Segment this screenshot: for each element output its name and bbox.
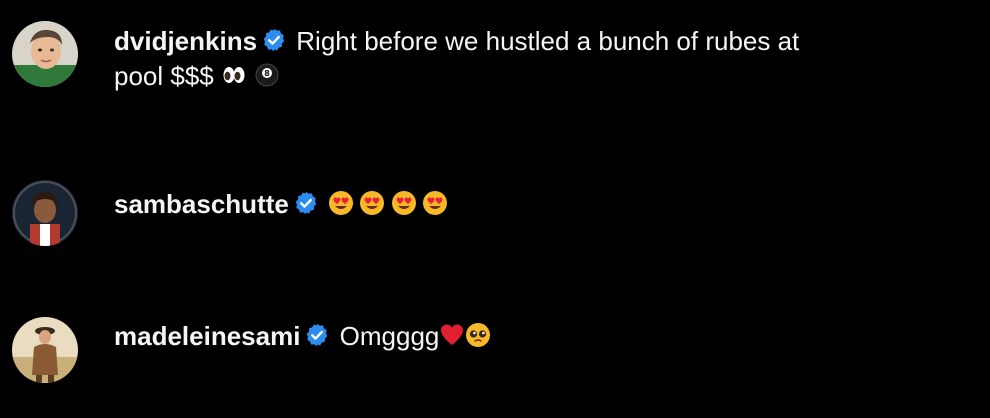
comment-body: madeleinesami Omgggg <box>114 319 884 354</box>
verified-badge-icon <box>261 27 287 53</box>
comment-body: sambaschutte <box>114 187 884 225</box>
verified-badge-icon <box>304 322 330 348</box>
heart-eyes-emoji-icon <box>359 190 385 216</box>
svg-text:8: 8 <box>264 69 270 78</box>
heart-eyes-emoji-icon <box>328 190 354 216</box>
pleading-face-emoji-icon <box>465 322 491 348</box>
avatar[interactable] <box>12 21 78 87</box>
username-link[interactable]: dvidjenkins <box>114 26 257 56</box>
avatar[interactable] <box>12 180 78 246</box>
heart-eyes-emoji-icon <box>391 190 417 216</box>
verified-badge-icon <box>293 190 319 216</box>
emoji-group <box>328 190 448 225</box>
comment-text: pool $$$ <box>114 61 214 91</box>
comment-text: Omgggg <box>339 321 440 351</box>
comment-item: madeleinesami Omgggg <box>0 300 990 400</box>
heart-eyes-emoji-icon <box>422 190 448 216</box>
username-link[interactable]: sambaschutte <box>114 189 289 219</box>
comment-item: dvidjenkins Right before we hustled a bu… <box>0 0 990 110</box>
comment-text: Right before we hustled a bunch of rubes… <box>296 26 800 56</box>
eyes-emoji-icon <box>221 62 247 88</box>
red-heart-emoji-icon <box>439 322 465 348</box>
comment-item: sambaschutte <box>0 170 990 260</box>
avatar[interactable] <box>12 317 78 383</box>
comment-body: dvidjenkins Right before we hustled a bu… <box>114 24 884 94</box>
8-ball-emoji-icon: 8 <box>254 62 280 88</box>
username-link[interactable]: madeleinesami <box>114 321 300 351</box>
